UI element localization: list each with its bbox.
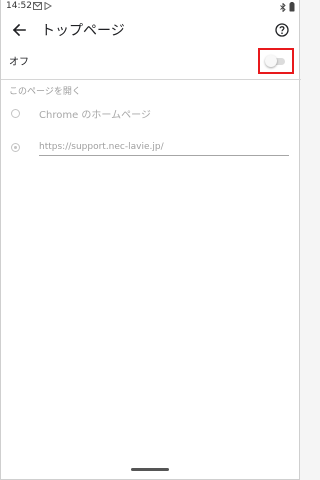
status-system-icons bbox=[280, 2, 295, 12]
settings-screen: 14:52 トップページ オフ このページを開く Chrome のホームページ … bbox=[0, 0, 301, 480]
toggle-label: オフ bbox=[9, 57, 29, 68]
gmail-icon bbox=[33, 2, 42, 10]
home-gesture-handle[interactable] bbox=[131, 468, 169, 471]
back-arrow-icon bbox=[12, 23, 26, 37]
homepage-toggle-row[interactable]: オフ bbox=[1, 48, 301, 74]
status-time: 14:52 bbox=[6, 1, 32, 11]
status-bar: 14:52 bbox=[1, 0, 301, 14]
bluetooth-icon bbox=[280, 2, 286, 12]
help-icon bbox=[275, 23, 289, 37]
page-title: トップページ bbox=[41, 23, 125, 39]
battery-icon bbox=[289, 2, 295, 12]
custom-url-input[interactable] bbox=[39, 139, 289, 156]
app-bar: トップページ bbox=[1, 14, 301, 46]
option-custom-url[interactable] bbox=[1, 137, 301, 161]
back-button[interactable] bbox=[7, 18, 31, 42]
status-notification-icons bbox=[33, 2, 52, 10]
help-button[interactable] bbox=[271, 19, 293, 41]
play-store-icon bbox=[44, 2, 52, 10]
homepage-switch[interactable] bbox=[265, 55, 287, 67]
option-label: Chrome のホームページ bbox=[39, 110, 151, 121]
system-nav-bar bbox=[1, 451, 299, 479]
radio-custom-url[interactable] bbox=[11, 143, 20, 152]
section-divider bbox=[1, 79, 301, 80]
switch-thumb bbox=[265, 55, 277, 67]
radio-chrome-homepage[interactable] bbox=[11, 109, 20, 118]
section-header: このページを開く bbox=[9, 87, 81, 97]
option-chrome-homepage[interactable]: Chrome のホームページ bbox=[1, 103, 301, 127]
